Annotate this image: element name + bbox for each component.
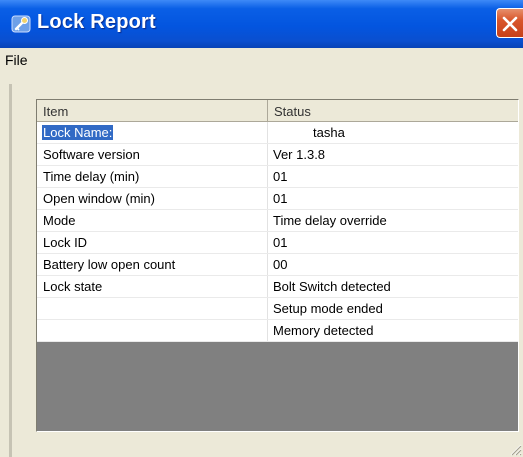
panel-edge: [9, 84, 12, 457]
table-row[interactable]: Memory detected: [37, 320, 518, 342]
row-status-cell[interactable]: Ver 1.3.8: [273, 147, 325, 162]
table-row[interactable]: Mode Time delay override: [37, 210, 518, 232]
column-header-item-label: Item: [43, 104, 69, 119]
menu-file[interactable]: File: [3, 52, 30, 68]
column-header-item[interactable]: Item: [37, 100, 268, 122]
row-status-cell[interactable]: 00: [273, 257, 287, 272]
row-item-cell[interactable]: Software version: [43, 147, 140, 162]
table-row[interactable]: Lock ID 01: [37, 232, 518, 254]
row-status-cell[interactable]: Bolt Switch detected: [273, 279, 391, 294]
row-item-cell[interactable]: Open window (min): [43, 191, 155, 206]
row-status-cell[interactable]: Memory detected: [273, 323, 373, 338]
key-lock-icon: [11, 15, 31, 33]
row-status-cell[interactable]: 01: [273, 235, 287, 250]
row-status-cell[interactable]: Time delay override: [273, 213, 387, 228]
resize-grip-icon[interactable]: [508, 442, 522, 456]
row-item-cell[interactable]: Lock ID: [43, 235, 87, 250]
close-icon: [502, 16, 518, 32]
table-row[interactable]: Open window (min) 01: [37, 188, 518, 210]
row-status-cell[interactable]: Setup mode ended: [273, 301, 383, 316]
row-status-cell[interactable]: 01: [273, 169, 287, 184]
close-button[interactable]: [496, 8, 523, 38]
table-row[interactable]: Software version Ver 1.3.8: [37, 144, 518, 166]
table-row[interactable]: Time delay (min) 01: [37, 166, 518, 188]
column-header-status[interactable]: Status: [268, 100, 518, 122]
row-item-cell[interactable]: Mode: [43, 213, 76, 228]
row-status-cell[interactable]: 01: [273, 191, 287, 206]
lock-report-table[interactable]: Item Status Lock Name: tasha Software ve…: [36, 99, 519, 432]
menu-bar: File: [0, 48, 523, 72]
row-item-cell[interactable]: Time delay (min): [43, 169, 139, 184]
title-bar[interactable]: Lock Report: [0, 0, 523, 48]
table-row[interactable]: Lock state Bolt Switch detected: [37, 276, 518, 298]
row-status-cell[interactable]: tasha: [313, 125, 345, 140]
table-row[interactable]: Lock Name: tasha: [37, 122, 518, 144]
row-item-cell[interactable]: Battery low open count: [43, 257, 175, 272]
row-item-cell-selected[interactable]: Lock Name:: [40, 124, 115, 141]
row-item-cell[interactable]: Lock state: [43, 279, 102, 294]
column-header-status-label: Status: [274, 104, 311, 119]
window-title: Lock Report: [37, 11, 156, 33]
table-row[interactable]: Battery low open count 00: [37, 254, 518, 276]
table-row[interactable]: Setup mode ended: [37, 298, 518, 320]
